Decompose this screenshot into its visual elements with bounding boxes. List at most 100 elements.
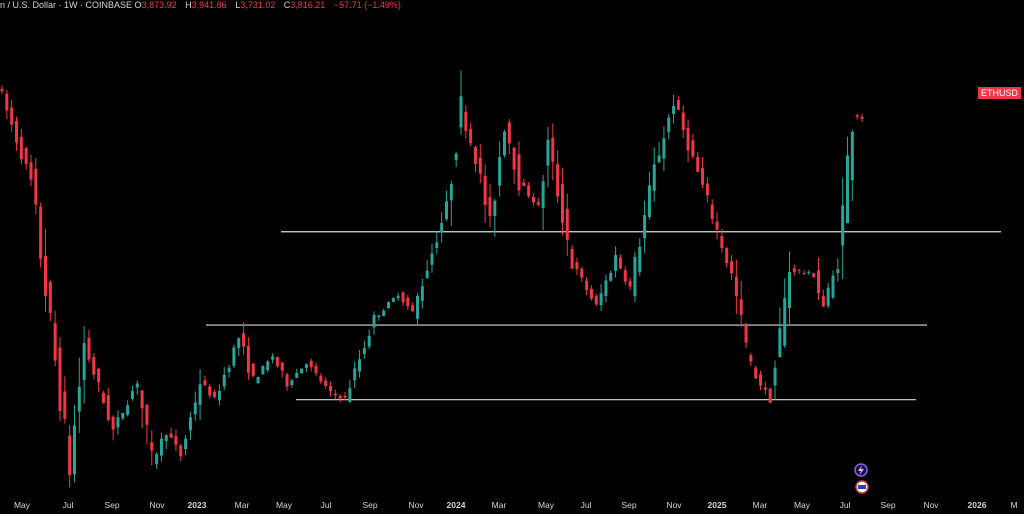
candle-body: [420, 286, 424, 301]
candle-body: [599, 293, 603, 306]
candle-body: [116, 417, 120, 428]
candle-body: [638, 246, 642, 273]
candle-body: [362, 348, 366, 355]
candle-body: [580, 268, 584, 278]
x-tick-label: M: [1010, 500, 1017, 510]
candle-body: [618, 257, 622, 269]
low-value: 3,731.02: [240, 0, 276, 10]
candle-body: [319, 375, 323, 382]
high-value: 3,941.86: [191, 0, 227, 10]
candle-body: [401, 292, 405, 303]
x-tick-label: 2023: [188, 500, 207, 510]
candle-body: [159, 438, 163, 456]
candle-body: [425, 270, 429, 279]
candle-body: [63, 391, 67, 419]
candle-body: [353, 368, 357, 381]
candle-body: [271, 356, 275, 360]
candle-body: [589, 288, 593, 299]
open-label: O: [134, 0, 142, 10]
x-tick-label: Jul: [581, 500, 592, 510]
candle-body: [773, 367, 777, 386]
candle-body: [135, 383, 139, 388]
price-badge[interactable]: ETHUSD: [978, 87, 1022, 99]
candle-body: [377, 315, 381, 318]
candle-body: [213, 391, 217, 398]
candle-body: [614, 255, 618, 271]
candle-body: [691, 140, 695, 157]
candle-body: [184, 438, 188, 450]
candle-body: [174, 436, 178, 445]
candle-body: [39, 206, 43, 259]
candle-body: [536, 202, 540, 205]
candle-body: [150, 442, 154, 451]
candle-body: [97, 368, 101, 383]
candle-body: [807, 271, 811, 273]
candle-body: [488, 197, 492, 217]
candle-body: [324, 380, 328, 387]
symbol-title[interactable]: n / U.S. Dollar · 1W · COINBASE: [0, 0, 132, 10]
candle-body: [435, 242, 439, 249]
support-resistance-lines[interactable]: [206, 231, 1001, 401]
price-chart[interactable]: May Jul Sep Nov 2023 Mar May Jul Sep Nov 2024 Mar Ma…: [0, 0, 1024, 514]
candle-body: [478, 157, 482, 174]
candle-body: [502, 131, 506, 156]
candle-body: [517, 154, 521, 191]
candle-body: [705, 183, 709, 196]
candle-body: [53, 323, 57, 361]
candle-body: [164, 435, 168, 442]
candle-body: [169, 433, 173, 438]
candle-body: [831, 275, 835, 298]
candle-body: [367, 335, 371, 347]
candle-body: [710, 204, 714, 220]
event-markers[interactable]: [854, 463, 869, 494]
candle-body: [242, 333, 246, 347]
candle-body: [348, 388, 352, 402]
candle-body: [730, 261, 734, 274]
candle-body: [280, 362, 284, 371]
candle-body: [744, 323, 748, 343]
candle-body: [77, 386, 81, 412]
candle-body: [662, 138, 666, 159]
candle-body: [469, 129, 473, 144]
symbol-header: n / U.S. Dollar · 1W · COINBASE O3,873.9…: [0, 0, 407, 12]
candle-body: [623, 270, 627, 282]
candle-body: [198, 384, 202, 405]
x-tick-label: Jul: [840, 500, 851, 510]
x-tick-label: Nov: [666, 500, 682, 510]
change-value: −57.71 (−1.49%): [333, 0, 401, 10]
candle-body: [5, 93, 9, 111]
candle-body: [275, 356, 279, 366]
candle-body: [681, 112, 685, 130]
candle-body: [203, 380, 207, 386]
x-tick-label: May: [276, 500, 293, 510]
candle-body: [633, 256, 637, 297]
candle-body: [473, 147, 477, 164]
candle-body: [725, 247, 729, 264]
candle-body: [101, 392, 105, 403]
candle-body: [522, 182, 526, 186]
candle-body: [208, 386, 212, 396]
candle-body: [372, 314, 376, 328]
candle-body: [68, 435, 72, 476]
candle-body: [546, 139, 550, 166]
x-tick-label: 2024: [447, 500, 466, 510]
candle-body: [430, 253, 434, 265]
candle-body: [643, 215, 647, 239]
x-tick-label: Mar: [492, 500, 507, 510]
candle-body: [266, 361, 270, 371]
candle-body: [300, 368, 304, 374]
flag-stripe-icon: [858, 485, 866, 489]
candle-body: [676, 100, 680, 110]
candle-body: [609, 272, 613, 281]
candle-body: [783, 298, 787, 346]
x-tick-label: Mar: [753, 500, 768, 510]
candle-body: [628, 281, 632, 287]
candle-body: [343, 395, 347, 398]
candle-body: [130, 391, 134, 399]
candle-body: [855, 115, 859, 117]
candle-body: [106, 395, 110, 420]
candle-body: [763, 387, 767, 390]
candle-body: [860, 116, 864, 119]
candle-body: [594, 296, 598, 305]
candle-body: [754, 367, 758, 379]
